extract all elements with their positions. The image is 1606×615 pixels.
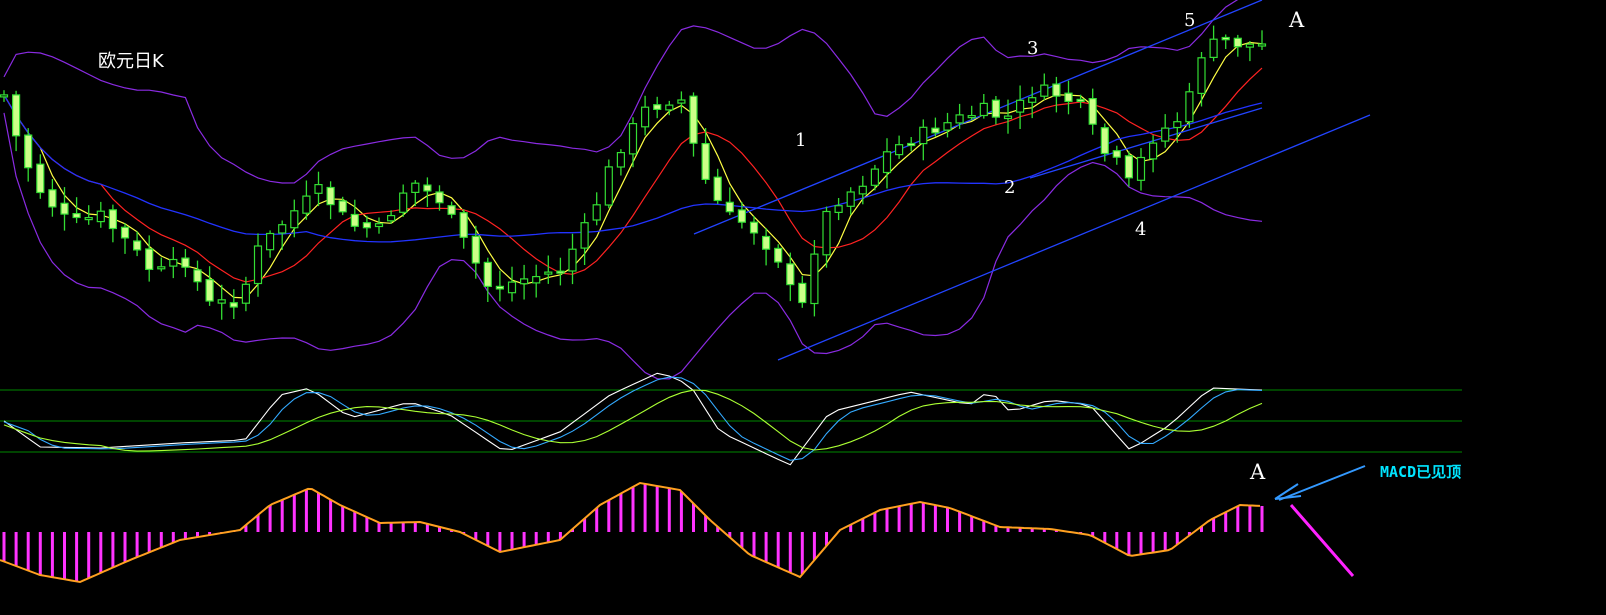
wave-label-A: A xyxy=(1288,8,1305,32)
wave-label-2: 2 xyxy=(1004,177,1015,198)
chart-title: 欧元日K xyxy=(98,51,165,72)
chart-background xyxy=(0,0,1606,615)
wave-label-3: 3 xyxy=(1027,38,1038,59)
wave-label-5: 5 xyxy=(1184,10,1195,31)
macd-note: MACD已见顶 xyxy=(1380,463,1461,481)
wave-label-4: 4 xyxy=(1135,219,1146,240)
macd-label-A: A xyxy=(1249,460,1266,484)
wave-label-1: 1 xyxy=(795,130,806,151)
euro-daily-chart: 欧元日K 1 2 3 4 5 A A MACD已见顶 xyxy=(0,0,1606,615)
candle xyxy=(604,159,613,209)
